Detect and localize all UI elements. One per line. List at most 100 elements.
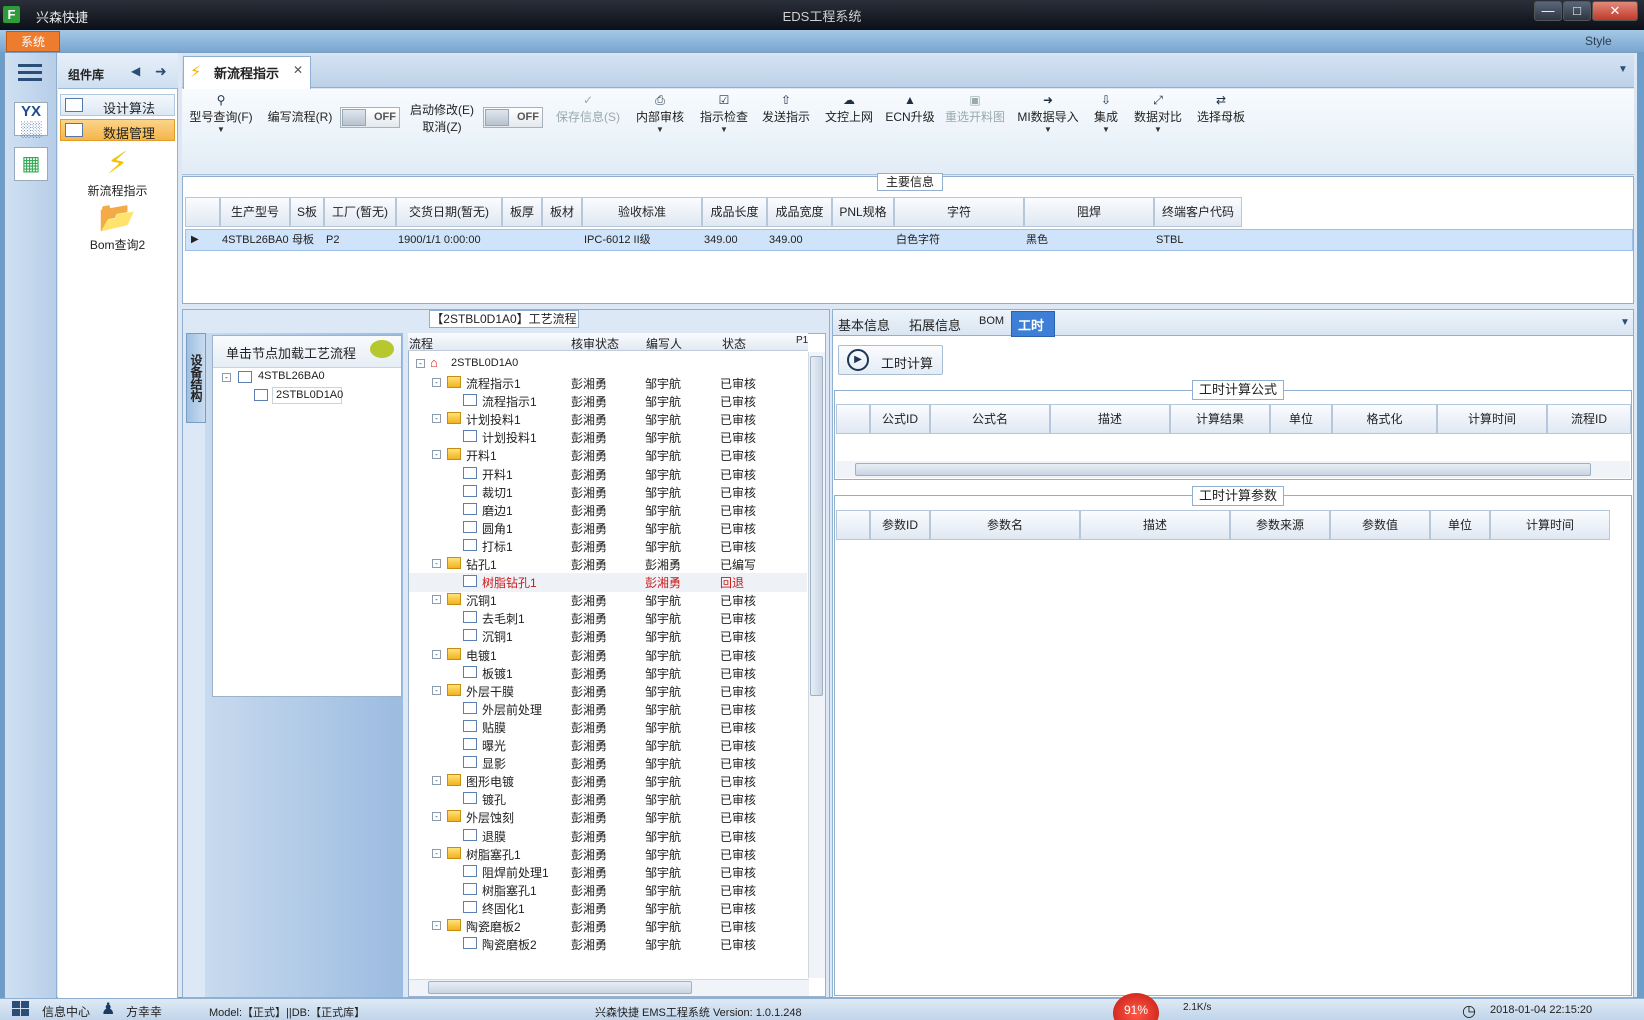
grid-icon[interactable]: [12, 1001, 30, 1017]
col-header[interactable]: 终端客户代码: [1154, 197, 1242, 227]
write-flow-toggle[interactable]: OFF: [340, 107, 400, 128]
structure-node[interactable]: 4STBL26BA0: [258, 370, 325, 382]
info-center[interactable]: 信息中心: [42, 1003, 90, 1020]
collapse-icon[interactable]: -: [432, 921, 441, 930]
tree-row[interactable]: 陶瓷磨板2 彭湘勇 邹宇航 已审核: [409, 935, 807, 954]
internal-review-button[interactable]: ⎙ 内部审核 ▼: [632, 92, 688, 135]
tree-row[interactable]: - 开料1 彭湘勇 邹宇航 已审核: [409, 446, 807, 465]
tree-row[interactable]: - 陶瓷磨板2 彭湘勇 邹宇航 已审核: [409, 917, 807, 936]
tree-row[interactable]: 曝光 彭湘勇 邹宇航 已审核: [409, 736, 807, 755]
collapse-icon[interactable]: -: [432, 650, 441, 659]
library-item-data-management[interactable]: 数据管理: [60, 119, 175, 141]
cell[interactable]: STBL: [1153, 230, 1184, 250]
col-header[interactable]: 参数ID: [870, 510, 930, 540]
cell[interactable]: 1900/1/1 0:00:00: [395, 230, 481, 250]
tool-bom-query[interactable]: 📂 Bom查询2: [60, 200, 175, 253]
reselect-cutting-button[interactable]: ▣ 重选开料图: [942, 92, 1008, 125]
col-header[interactable]: 单位: [1430, 510, 1490, 540]
col-header[interactable]: 流程: [409, 335, 433, 352]
tree-row[interactable]: 终固化1 彭湘勇 邹宇航 已审核: [409, 899, 807, 918]
tree-root[interactable]: 2STBL0D1A0: [451, 357, 518, 369]
tree-row[interactable]: 树脂塞孔1 彭湘勇 邹宇航 已审核: [409, 881, 807, 900]
collapse-icon[interactable]: -: [432, 776, 441, 785]
col-header[interactable]: 计算时间: [1490, 510, 1610, 540]
col-header[interactable]: PNL规格: [832, 197, 894, 227]
structure-node[interactable]: 2STBL0D1A0: [272, 387, 343, 404]
tree-row[interactable]: 贴膜 彭湘勇 邹宇航 已审核: [409, 718, 807, 737]
collapse-icon[interactable]: -: [222, 373, 231, 382]
integrate-button[interactable]: ⇩ 集成 ▼: [1088, 92, 1124, 135]
col-header[interactable]: 参数值: [1330, 510, 1430, 540]
col-header[interactable]: 板材: [542, 197, 582, 227]
menu-system[interactable]: 系统: [6, 31, 60, 52]
col-header[interactable]: 描述: [1080, 510, 1230, 540]
tree-row[interactable]: 磨边1 彭湘勇 邹宇航 已审核: [409, 501, 807, 520]
ecn-upgrade-button[interactable]: ▲ ECN升级: [882, 92, 938, 125]
chevron-down-icon[interactable]: ▼: [1620, 317, 1630, 328]
tab-equipment-structure[interactable]: 设备结构: [186, 333, 206, 423]
tree-row[interactable]: 裁切1 彭湘勇 邹宇航 已审核: [409, 483, 807, 502]
doc-control-online-button[interactable]: ☁ 文控上网: [821, 92, 877, 125]
col-header[interactable]: 描述: [1050, 404, 1170, 434]
col-header[interactable]: 工厂(暂无): [324, 197, 396, 227]
tree-row[interactable]: 退膜 彭湘勇 邹宇航 已审核: [409, 827, 807, 846]
col-header[interactable]: 生产型号: [220, 197, 290, 227]
tree-row[interactable]: 打标1 彭湘勇 邹宇航 已审核: [409, 537, 807, 556]
save-info-button[interactable]: ✓ 保存信息(S): [552, 92, 624, 125]
start-edit-toggle[interactable]: OFF: [483, 107, 543, 128]
cell[interactable]: 白色字符: [893, 230, 940, 250]
tree-row[interactable]: - 外层干膜 彭湘勇 邹宇航 已审核: [409, 682, 807, 701]
scroll-thumb[interactable]: [810, 356, 823, 696]
col-header[interactable]: 格式化: [1332, 404, 1437, 434]
tree-row[interactable]: - 图形电镀 彭湘勇 邹宇航 已审核: [409, 772, 807, 791]
send-instruction-button[interactable]: ⇧ 发送指示: [758, 92, 814, 125]
scroll-thumb[interactable]: [428, 981, 692, 994]
cell[interactable]: 349.00: [701, 230, 738, 250]
col-header[interactable]: 交货日期(暂无): [396, 197, 502, 227]
tab-close-icon[interactable]: ✕: [293, 63, 303, 77]
collapse-left-icon[interactable]: ◀: [131, 64, 140, 78]
tree-row[interactable]: 开料1 彭湘勇 邹宇航 已审核: [409, 465, 807, 484]
style-menu[interactable]: Style: [1585, 34, 1612, 48]
col-header[interactable]: 字符: [894, 197, 1024, 227]
tree-row[interactable]: - 外层蚀刻 彭湘勇 邹宇航 已审核: [409, 808, 807, 827]
tree-row[interactable]: 流程指示1 彭湘勇 邹宇航 已审核: [409, 392, 807, 411]
collapse-icon[interactable]: -: [432, 559, 441, 568]
collapse-icon[interactable]: -: [432, 849, 441, 858]
cell[interactable]: 349.00: [766, 230, 803, 250]
col-header[interactable]: P1: [796, 335, 808, 346]
tab-basic-info[interactable]: 基本信息: [838, 315, 890, 334]
col-header[interactable]: 公式名: [930, 404, 1050, 434]
tree-row[interactable]: - 树脂塞孔1 彭湘勇 邹宇航 已审核: [409, 845, 807, 864]
scroll-thumb[interactable]: [855, 463, 1591, 476]
cell[interactable]: 黑色: [1023, 230, 1048, 250]
collapse-icon[interactable]: -: [432, 414, 441, 423]
tree-row[interactable]: 计划投料1 彭湘勇 邹宇航 已审核: [409, 428, 807, 447]
col-header[interactable]: 参数名: [930, 510, 1080, 540]
select-motherboard-button[interactable]: ⇄ 选择母板: [1193, 92, 1249, 125]
minimize-button[interactable]: —: [1534, 1, 1562, 21]
mi-import-button[interactable]: ➜ MI数据导入 ▼: [1015, 92, 1081, 135]
col-header[interactable]: 参数来源: [1230, 510, 1330, 540]
tab-extended-info[interactable]: 拓展信息: [909, 315, 961, 334]
col-header[interactable]: 验收标准: [582, 197, 702, 227]
tree-row[interactable]: 阻焊前处理1 彭湘勇 邹宇航 已审核: [409, 863, 807, 882]
cell[interactable]: IPC-6012 II级: [581, 230, 651, 250]
collapse-icon[interactable]: -: [432, 686, 441, 695]
calculator-icon[interactable]: ▦: [14, 147, 48, 181]
col-header[interactable]: 计算结果: [1170, 404, 1270, 434]
tab-work-hours[interactable]: 工时: [1018, 315, 1044, 334]
hamburger-menu-icon[interactable]: [18, 64, 42, 82]
tree-row[interactable]: - 沉铜1 彭湘勇 邹宇航 已审核: [409, 591, 807, 610]
col-header[interactable]: 公式ID: [870, 404, 930, 434]
col-header[interactable]: S板: [290, 197, 324, 227]
tree-row[interactable]: - 流程指示1 彭湘勇 邹宇航 已审核: [409, 374, 807, 393]
sign-in-icon[interactable]: ➜: [155, 63, 167, 80]
close-button[interactable]: ✕: [1592, 1, 1638, 21]
col-header[interactable]: 流程ID: [1547, 404, 1631, 434]
cell[interactable]: 4STBL26BA0: [219, 230, 289, 250]
tree-row[interactable]: 沉铜1 彭湘勇 邹宇航 已审核: [409, 627, 807, 646]
maximize-button[interactable]: □: [1563, 1, 1591, 21]
tree-row[interactable]: 外层前处理 彭湘勇 邹宇航 已审核: [409, 700, 807, 719]
tree-row[interactable]: 圆角1 彭湘勇 邹宇航 已审核: [409, 519, 807, 538]
